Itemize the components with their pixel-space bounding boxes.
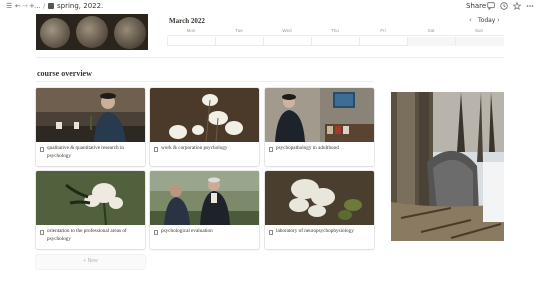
side-image — [391, 92, 504, 241]
card-image — [150, 171, 259, 225]
new-card-label: + New — [83, 258, 98, 264]
arrow-right-icon[interactable]: → — [22, 2, 28, 11]
divider — [36, 57, 504, 58]
today-button[interactable]: Today — [478, 17, 495, 24]
card-title: laboratory of neuropsychophysiology — [276, 228, 354, 234]
calendar-month-title: March 2022 — [169, 17, 205, 25]
arrow-left-icon[interactable]: ← — [15, 2, 21, 11]
card-title: orientation to the professional areas of… — [47, 228, 127, 242]
calendar-weekday-header: Mon Tue Wed Thu Fri Sat Sun — [167, 28, 504, 36]
chevron-right-icon[interactable]: › — [497, 16, 500, 24]
course-card[interactable]: psychological evaluation — [150, 171, 259, 249]
calendar-day-cell[interactable] — [407, 37, 455, 46]
weekday-sat: Sat — [427, 28, 435, 33]
calendar-day-cell[interactable] — [359, 37, 407, 46]
top-bar: ☰ ← → + ... / spring, 2022. Share — [0, 0, 540, 14]
weekday-tue: Tue — [235, 28, 243, 33]
card-title: psychological evaluation — [161, 228, 213, 234]
sidebar-icon[interactable]: ☰ — [6, 2, 12, 11]
card-title: psychopathology in adulthood — [276, 145, 339, 151]
new-card-button[interactable]: + New — [36, 255, 145, 269]
calendar-day-cell[interactable] — [263, 37, 311, 46]
section-divider — [36, 81, 374, 82]
course-card[interactable]: qualitative & quantitative research in p… — [36, 88, 145, 166]
document-icon — [40, 147, 44, 152]
breadcrumb-ellipsis[interactable]: ... — [34, 2, 41, 11]
star-icon[interactable] — [513, 2, 521, 10]
calendar-day-cell[interactable] — [455, 37, 504, 46]
course-card[interactable]: work & corporation psychology — [150, 88, 259, 166]
document-icon — [154, 230, 158, 235]
card-image — [150, 88, 259, 142]
card-title: work & corporation psychology — [161, 145, 228, 151]
weekday-wed: Wed — [282, 28, 292, 33]
document-icon — [269, 147, 273, 152]
breadcrumb-separator: / — [43, 2, 46, 10]
clock-icon[interactable] — [500, 2, 508, 10]
document-icon — [269, 230, 273, 235]
section-title: course overview — [37, 69, 92, 78]
card-title: qualitative & quantitative research in p… — [47, 145, 124, 159]
calendar-week-row — [167, 37, 504, 46]
breadcrumb-page-title[interactable]: spring, 2022. — [57, 2, 103, 11]
more-icon[interactable] — [526, 2, 534, 10]
calendar-day-cell[interactable] — [311, 37, 359, 46]
card-image — [265, 171, 374, 225]
chevron-left-icon[interactable]: ‹ — [469, 16, 472, 24]
course-card[interactable]: laboratory of neuropsychophysiology — [265, 171, 374, 249]
card-image — [36, 171, 145, 225]
weekday-sun: Sun — [474, 28, 483, 33]
cover-image — [36, 14, 148, 50]
share-button[interactable]: Share — [466, 2, 486, 11]
document-icon — [154, 147, 158, 152]
card-image — [36, 88, 145, 142]
course-card[interactable]: psychopathology in adulthood — [265, 88, 374, 166]
weekday-mon: Mon — [186, 28, 196, 33]
weekday-thu: Thu — [331, 28, 339, 33]
document-icon — [40, 230, 44, 235]
calendar-day-cell[interactable] — [215, 37, 263, 46]
course-card[interactable]: orientation to the professional areas of… — [36, 171, 145, 249]
weekday-fri: Fri — [380, 28, 386, 33]
comment-icon[interactable] — [487, 2, 495, 10]
page-icon — [48, 3, 54, 9]
calendar-day-cell[interactable] — [167, 37, 215, 46]
card-image — [265, 88, 374, 142]
